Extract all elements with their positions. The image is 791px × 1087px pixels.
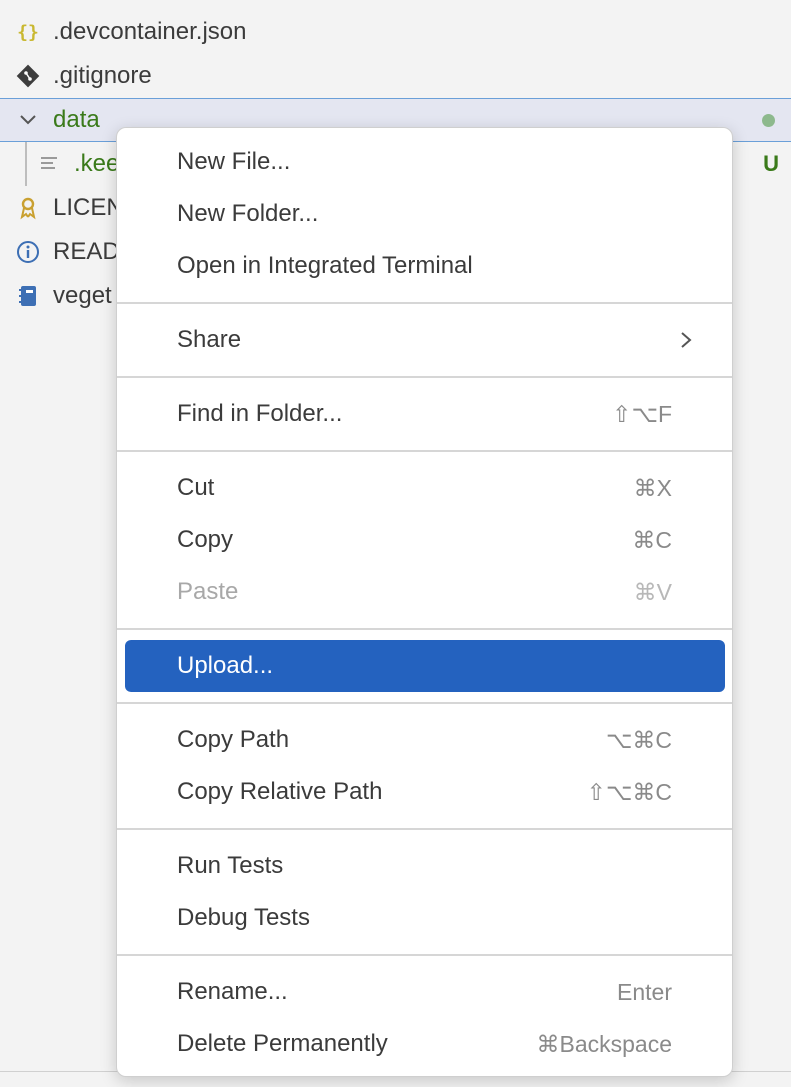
tree-item-label: .kee: [74, 150, 120, 177]
menu-item-label: Cut: [177, 474, 215, 501]
menu-separator: [117, 302, 732, 304]
git-modified-dot: [762, 113, 775, 127]
menu-separator: [117, 702, 732, 704]
menu-item-shortcut: ⌘Backspace: [536, 1030, 672, 1057]
menu-item-paste: Paste ⌘V: [125, 566, 725, 618]
tree-item-label: LICEN: [53, 194, 124, 221]
tree-item-gitignore[interactable]: .gitignore: [0, 54, 791, 98]
menu-item-shortcut: ⌘X: [633, 474, 672, 501]
menu-item-label: Copy Relative Path: [177, 778, 383, 805]
menu-item-copy[interactable]: Copy ⌘C: [125, 514, 725, 566]
tree-item-label: veget: [53, 282, 112, 309]
context-menu: New File... New Folder... Open in Integr…: [116, 127, 733, 1077]
menu-item-label: Share: [177, 326, 242, 353]
notebook-icon: [15, 283, 41, 309]
menu-item-label: Debug Tests: [177, 904, 310, 931]
svg-text:{}: {}: [17, 22, 39, 43]
menu-item-copy-path[interactable]: Copy Path ⌥⌘C: [125, 714, 725, 766]
menu-item-label: Rename...: [177, 978, 288, 1005]
menu-item-upload[interactable]: Upload...: [125, 640, 725, 692]
chevron-down-icon[interactable]: [15, 107, 41, 133]
menu-item-copy-relative-path[interactable]: Copy Relative Path ⇧⌥⌘C: [125, 766, 725, 818]
menu-item-find-in-folder[interactable]: Find in Folder... ⇧⌥F: [125, 388, 725, 440]
info-icon: [15, 239, 41, 265]
menu-item-rename[interactable]: Rename... Enter: [125, 966, 725, 1018]
menu-item-shortcut: ⌘C: [632, 526, 672, 553]
menu-item-delete-permanently[interactable]: Delete Permanently ⌘Backspace: [125, 1018, 725, 1070]
menu-item-label: Delete Permanently: [177, 1030, 388, 1057]
menu-item-label: Run Tests: [177, 852, 284, 879]
menu-item-shortcut: ⇧⌥⌘C: [586, 778, 672, 805]
text-file-icon: [36, 151, 62, 177]
menu-item-run-tests[interactable]: Run Tests: [125, 840, 725, 892]
menu-separator: [117, 954, 732, 956]
menu-item-share[interactable]: Share: [125, 314, 725, 366]
tree-item-label: .devcontainer.json: [53, 18, 247, 45]
menu-item-label: Copy Path: [177, 726, 290, 753]
chevron-right-icon: [675, 329, 697, 351]
tree-item-devcontainer[interactable]: {} .devcontainer.json: [0, 10, 791, 54]
menu-item-label: Paste: [177, 578, 239, 605]
menu-item-debug-tests[interactable]: Debug Tests: [125, 892, 725, 944]
menu-separator: [117, 376, 732, 378]
menu-separator: [117, 828, 732, 830]
menu-item-new-folder[interactable]: New Folder...: [125, 188, 725, 240]
menu-separator: [117, 628, 732, 630]
menu-item-open-terminal[interactable]: Open in Integrated Terminal: [125, 240, 725, 292]
tree-item-label: READ: [53, 238, 120, 265]
menu-item-new-file[interactable]: New File...: [125, 136, 725, 188]
menu-item-label: New File...: [177, 148, 291, 175]
license-icon: [15, 195, 41, 221]
menu-item-shortcut: ⇧⌥F: [612, 400, 672, 427]
tree-item-label: .gitignore: [53, 62, 152, 89]
menu-item-label: New Folder...: [177, 200, 319, 227]
menu-item-shortcut: ⌘V: [633, 578, 672, 605]
tree-item-label: data: [53, 106, 100, 133]
menu-item-cut[interactable]: Cut ⌘X: [125, 462, 725, 514]
menu-item-shortcut: Enter: [617, 978, 672, 1005]
menu-item-label: Open in Integrated Terminal: [177, 252, 473, 279]
menu-item-label: Upload...: [177, 652, 274, 679]
menu-item-label: Find in Folder...: [177, 400, 343, 427]
menu-item-label: Copy: [177, 526, 234, 553]
git-untracked-badge: U: [763, 151, 779, 176]
json-braces-icon: {}: [15, 19, 41, 45]
menu-separator: [117, 450, 732, 452]
menu-item-shortcut: ⌥⌘C: [605, 726, 672, 753]
git-icon: [15, 63, 41, 89]
